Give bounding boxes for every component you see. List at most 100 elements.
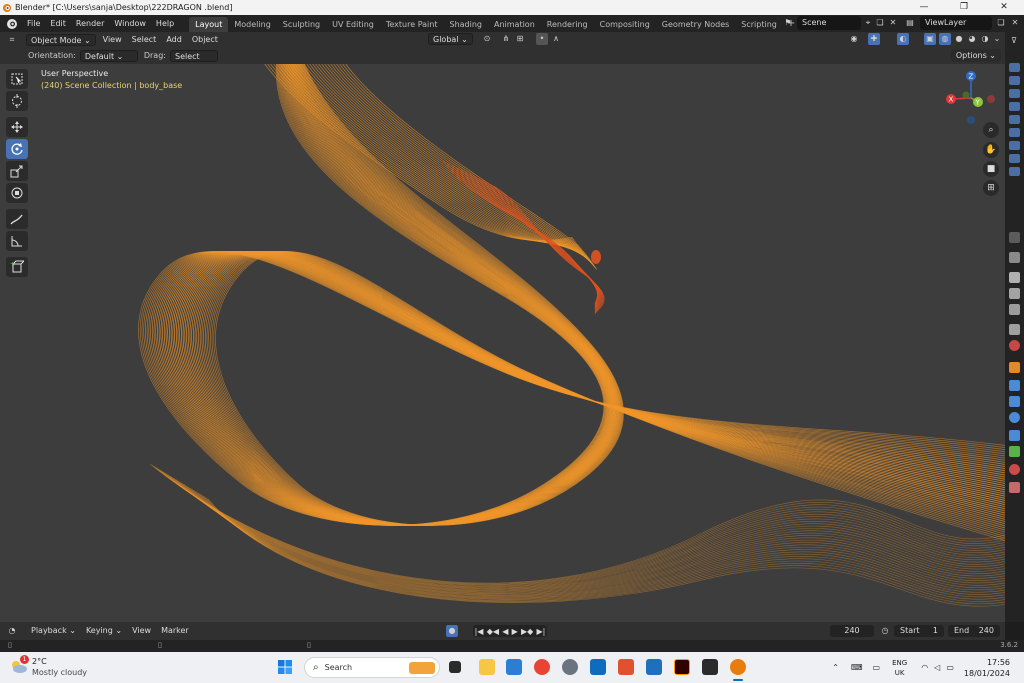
gizmo-toggle-icon[interactable]: ✚ <box>868 33 880 45</box>
tab-uv-editing[interactable]: UV Editing <box>326 17 380 32</box>
menu-window[interactable]: Window <box>109 15 151 32</box>
3d-viewport[interactable]: User Perspective (240) Scene Collection … <box>0 64 1005 622</box>
blender-logo-icon[interactable] <box>4 18 20 30</box>
shading-rendered-icon[interactable]: ◑ <box>979 33 991 45</box>
jump-start-icon[interactable]: |◀ <box>475 627 484 636</box>
gizmo-neg-z[interactable] <box>967 116 975 124</box>
shading-options-icon[interactable]: ⌄ <box>991 33 1003 45</box>
pin-icon[interactable]: ⌖ <box>862 17 874 29</box>
play-icon[interactable]: ▶ <box>512 627 518 636</box>
language-indicator[interactable]: ENG UK <box>892 658 907 678</box>
overlay-toggle-icon[interactable]: ◐ <box>897 33 909 45</box>
auto-keying-icon[interactable]: ● <box>446 625 458 637</box>
tab-shading[interactable]: Shading <box>443 17 488 32</box>
pivot-icon[interactable]: ⊙ <box>481 33 493 45</box>
gizmo-neg-x[interactable] <box>987 95 995 103</box>
tab-sculpting[interactable]: Sculpting <box>277 17 326 32</box>
render-properties-icon[interactable] <box>1009 272 1020 283</box>
tab-modeling[interactable]: Modeling <box>228 17 276 32</box>
tab-scripting[interactable]: Scripting <box>735 17 783 32</box>
office-icon[interactable] <box>618 659 634 675</box>
tab-compositing[interactable]: Compositing <box>594 17 656 32</box>
close-button[interactable]: ✕ <box>984 0 1024 15</box>
camera-visibility-icon[interactable] <box>1009 141 1020 150</box>
start-frame-field[interactable]: Start 1 <box>894 625 944 637</box>
clock-icon[interactable]: ◷ <box>879 625 891 637</box>
timeline-editor-icon[interactable]: ◔ <box>6 625 18 637</box>
transform-tool[interactable] <box>6 183 28 203</box>
filter-icon[interactable]: ⊽ <box>1008 35 1020 47</box>
orientation-dropdown[interactable]: Default ⌄ <box>79 49 138 62</box>
snap-icon[interactable]: ⋔ <box>500 33 512 45</box>
tab-layout[interactable]: Layout <box>189 16 229 32</box>
new-scene-icon[interactable]: ❏ <box>874 17 886 29</box>
pan-button[interactable]: ✋ <box>983 142 999 158</box>
ortho-toggle-button[interactable]: ⊞ <box>983 180 999 196</box>
menu-help[interactable]: Help <box>151 15 179 32</box>
store-icon[interactable] <box>506 659 522 675</box>
editor-type-icon[interactable]: ⌗ <box>6 34 18 46</box>
view-layer-properties-icon[interactable] <box>1009 304 1020 315</box>
camera-visibility-icon[interactable] <box>1009 63 1020 72</box>
proportional-edit-icon[interactable]: • <box>536 33 548 45</box>
menu-playback[interactable]: Playback ⌄ <box>26 622 81 640</box>
volume-icon[interactable]: ◁ <box>934 663 940 672</box>
restore-button[interactable]: ❐ <box>944 0 984 15</box>
battery-icon[interactable]: ▭ <box>946 663 954 672</box>
snap-target-icon[interactable]: ⊞ <box>514 33 526 45</box>
menu-render[interactable]: Render <box>71 15 109 32</box>
blender-taskbar-icon[interactable] <box>730 659 746 675</box>
delete-scene-icon[interactable]: ✕ <box>887 17 899 29</box>
play-reverse-icon[interactable]: ◀ <box>502 627 508 636</box>
visibility-icon[interactable]: ◉ <box>848 33 860 45</box>
outlook-icon[interactable] <box>590 659 606 675</box>
settings-icon[interactable] <box>562 659 578 675</box>
mail-icon[interactable] <box>646 659 662 675</box>
camera-visibility-icon[interactable] <box>1009 154 1020 163</box>
task-view-icon[interactable] <box>449 661 461 673</box>
camera-visibility-icon[interactable] <box>1009 167 1020 176</box>
monitor-icon[interactable]: ▭ <box>873 663 881 672</box>
delete-view-layer-icon[interactable]: ✕ <box>1009 17 1021 29</box>
menu-timeline-view[interactable]: View <box>127 622 156 640</box>
end-frame-field[interactable]: End 240 <box>948 625 1000 637</box>
physics-properties-icon[interactable] <box>1009 412 1020 423</box>
file-explorer-icon[interactable] <box>479 659 495 675</box>
chrome-icon[interactable] <box>534 659 550 675</box>
modifier-properties-icon[interactable] <box>1009 380 1020 391</box>
prev-keyframe-icon[interactable]: ◆◀ <box>487 627 499 636</box>
drag-dropdown[interactable]: Select Box <box>169 49 218 73</box>
object-properties-icon[interactable] <box>1009 362 1020 373</box>
particles-properties-icon[interactable] <box>1009 396 1020 407</box>
xray-toggle-icon[interactable]: ▣ <box>924 33 936 45</box>
data-properties-icon[interactable] <box>1009 446 1020 457</box>
tab-geometry-nodes[interactable]: Geometry Nodes <box>656 17 735 32</box>
measure-tool[interactable] <box>6 231 28 251</box>
scene-selector[interactable]: Scene <box>797 16 861 30</box>
add-cube-tool[interactable]: + <box>6 257 28 277</box>
shading-solid-icon[interactable]: ● <box>953 33 965 45</box>
menu-file[interactable]: File <box>22 15 45 32</box>
texture-properties-icon[interactable] <box>1009 482 1020 493</box>
camera-visibility-icon[interactable] <box>1009 128 1020 137</box>
sticky-notes-icon[interactable] <box>702 659 718 675</box>
camera-visibility-icon[interactable] <box>1009 76 1020 85</box>
options-button[interactable]: Options ⌄ <box>950 49 1001 62</box>
menu-select[interactable]: Select <box>127 32 162 47</box>
constraints-properties-icon[interactable] <box>1009 430 1020 441</box>
menu-keying[interactable]: Keying ⌄ <box>81 622 127 640</box>
properties-editor-icon[interactable] <box>1009 232 1020 243</box>
menu-object[interactable]: Object <box>187 32 223 47</box>
cursor-tool[interactable] <box>6 91 28 111</box>
taskbar-search[interactable]: ⌕ Search <box>304 657 440 678</box>
new-view-layer-icon[interactable]: ❏ <box>995 17 1007 29</box>
shading-material-icon[interactable]: ◕ <box>966 33 978 45</box>
scene-properties-icon[interactable] <box>1009 324 1020 335</box>
view-layer-selector[interactable]: ViewLayer <box>920 16 992 30</box>
current-frame-field[interactable]: 240 <box>830 625 874 637</box>
shading-wireframe-icon[interactable]: ◍ <box>939 33 951 45</box>
menu-edit[interactable]: Edit <box>45 15 71 32</box>
scene-icon[interactable]: ⚑ <box>782 17 794 29</box>
tray-overflow-icon[interactable]: ⌃ <box>832 663 839 672</box>
move-tool[interactable] <box>6 117 28 137</box>
